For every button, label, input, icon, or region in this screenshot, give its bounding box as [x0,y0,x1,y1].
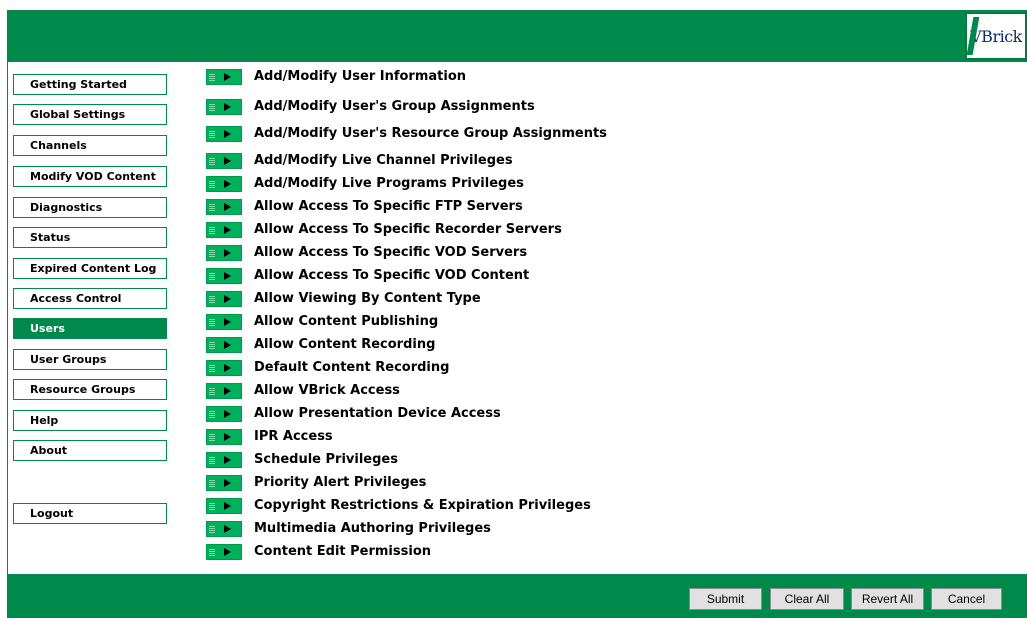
list-item[interactable]: Allow Access To Specific FTP Servers [206,198,523,215]
nav-help[interactable]: Help [13,410,167,431]
expand-arrow-icon[interactable] [206,221,242,238]
item-label: Multimedia Authoring Privileges [254,521,491,536]
list-item[interactable]: IPR Access [206,428,333,445]
expand-arrow-icon[interactable] [206,520,242,537]
expand-arrow-icon[interactable] [206,359,242,376]
expand-arrow-icon[interactable] [206,175,242,192]
clear-all-button[interactable]: Clear All [770,588,844,610]
header-bar: VBrick [7,10,1027,62]
expand-arrow-icon[interactable] [206,244,242,261]
list-item[interactable]: Add/Modify Live Channel Privileges [206,152,513,169]
nav-channels[interactable]: Channels [13,135,167,156]
item-label: Default Content Recording [254,360,450,375]
list-item[interactable]: Allow VBrick Access [206,382,400,399]
list-item[interactable]: Add/Modify User's Group Assignments [206,98,535,115]
list-item[interactable]: Add/Modify User's Resource Group Assignm… [206,125,607,142]
item-label: Allow Content Recording [254,337,436,352]
item-label: Allow Presentation Device Access [254,406,501,421]
vbrick-logo: VBrick [965,12,1027,60]
expand-arrow-icon[interactable] [206,313,242,330]
list-item[interactable]: Allow Access To Specific VOD Servers [206,244,527,261]
item-label: Allow Access To Specific FTP Servers [254,199,523,214]
expand-arrow-icon[interactable] [206,543,242,560]
expand-arrow-icon[interactable] [206,497,242,514]
item-label: Allow Viewing By Content Type [254,291,481,306]
item-label: Add/Modify User's Resource Group Assignm… [254,126,607,141]
expand-arrow-icon[interactable] [206,152,242,169]
expand-arrow-icon[interactable] [206,405,242,422]
item-label: Allow VBrick Access [254,383,400,398]
expand-arrow-icon[interactable] [206,428,242,445]
logout-button[interactable]: Logout [13,503,167,524]
nav-modify-vod-content[interactable]: Modify VOD Content [13,166,167,187]
expand-arrow-icon[interactable] [206,451,242,468]
sidebar-border [7,62,8,574]
submit-button[interactable]: Submit [689,588,762,610]
revert-all-button[interactable]: Revert All [851,588,924,610]
nav-user-groups[interactable]: User Groups [13,349,167,370]
nav-access-control[interactable]: Access Control [13,288,167,309]
item-label: Add/Modify Live Programs Privileges [254,176,524,191]
list-item[interactable]: Allow Content Publishing [206,313,438,330]
list-item[interactable]: Allow Viewing By Content Type [206,290,481,307]
expand-arrow-icon[interactable] [206,474,242,491]
expand-arrow-icon[interactable] [206,336,242,353]
nav-resource-groups[interactable]: Resource Groups [13,379,167,400]
item-label: Add/Modify User Information [254,69,467,84]
item-label: Allow Access To Specific VOD Content [254,268,530,283]
expand-arrow-icon[interactable] [206,125,242,142]
list-item[interactable]: Add/Modify User Information [206,68,466,85]
item-label: Copyright Restrictions & Expiration Priv… [254,498,591,513]
expand-arrow-icon[interactable] [206,198,242,215]
item-label: Allow Access To Specific VOD Servers [254,245,528,260]
nav-about[interactable]: About [13,440,167,461]
nav-getting-started[interactable]: Getting Started [13,74,167,95]
expand-arrow-icon[interactable] [206,68,242,85]
list-item[interactable]: Allow Access To Specific Recorder Server… [206,221,562,238]
item-label: Allow Content Publishing [254,314,439,329]
item-label: Allow Access To Specific Recorder Server… [254,222,562,237]
nav-users[interactable]: Users [13,318,167,339]
item-label: IPR Access [254,429,333,444]
expand-arrow-icon[interactable] [206,382,242,399]
list-item[interactable]: Priority Alert Privileges [206,474,426,491]
item-label: Schedule Privileges [254,452,398,467]
nav-diagnostics[interactable]: Diagnostics [13,197,167,218]
nav-global-settings[interactable]: Global Settings [13,104,167,125]
list-item[interactable]: Allow Access To Specific VOD Content [206,267,529,284]
item-label: Content Edit Permission [254,544,432,559]
nav-expired-content-log[interactable]: Expired Content Log [13,258,167,279]
expand-arrow-icon[interactable] [206,267,242,284]
list-item[interactable]: Default Content Recording [206,359,449,376]
item-label: Priority Alert Privileges [254,475,427,490]
item-label: Add/Modify User's Group Assignments [254,99,535,114]
list-item[interactable]: Allow Content Recording [206,336,435,353]
item-label: Add/Modify Live Channel Privileges [254,153,513,168]
nav-status[interactable]: Status [13,227,167,248]
list-item[interactable]: Schedule Privileges [206,451,398,468]
list-item[interactable]: Copyright Restrictions & Expiration Priv… [206,497,591,514]
list-item[interactable]: Multimedia Authoring Privileges [206,520,491,537]
cancel-button[interactable]: Cancel [931,588,1002,610]
list-item[interactable]: Content Edit Permission [206,543,431,560]
expand-arrow-icon[interactable] [206,98,242,115]
list-item[interactable]: Add/Modify Live Programs Privileges [206,175,524,192]
expand-arrow-icon[interactable] [206,290,242,307]
list-item[interactable]: Allow Presentation Device Access [206,405,501,422]
